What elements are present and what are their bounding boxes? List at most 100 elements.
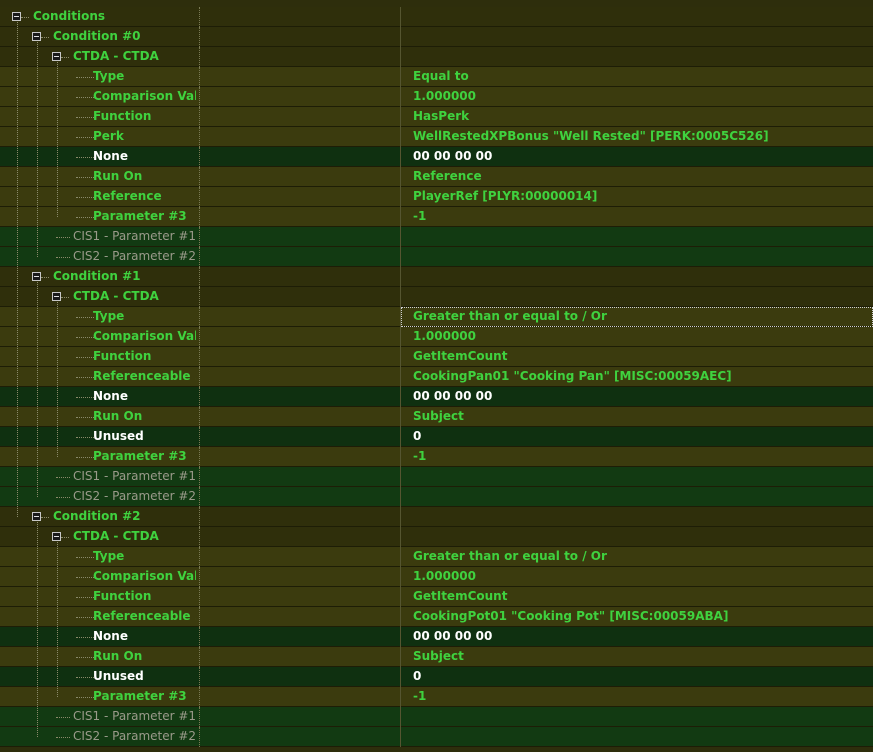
field-row-0-5[interactable]: Run On Reference <box>0 167 873 187</box>
tree-connector <box>76 377 94 378</box>
name-cell: Comparison Valu... <box>0 567 200 587</box>
value-cell[interactable]: 1.000000 <box>401 327 873 347</box>
value-cell <box>401 227 873 247</box>
tree-node-condition-1[interactable]: Condition #1 <box>0 267 873 287</box>
value-cell[interactable]: -1 <box>401 687 873 707</box>
tree-connector <box>76 97 94 98</box>
field-row-1-4[interactable]: None 00 00 00 00 <box>0 387 873 407</box>
value-cell[interactable]: HasPerk <box>401 107 873 127</box>
value-cell[interactable]: GetItemCount <box>401 347 873 367</box>
tree-node-ctda-1[interactable]: CTDA - CTDA <box>0 287 873 307</box>
tree-connector <box>76 117 94 118</box>
tree-node-condition-0[interactable]: Condition #0 <box>0 27 873 47</box>
name-cell: Unused <box>0 427 200 447</box>
tree-node-cis-2-1[interactable]: CIS2 - Parameter #2 <box>0 727 873 747</box>
collapse-icon[interactable] <box>32 272 41 281</box>
type-cell <box>200 367 401 387</box>
value-cell[interactable]: 1.000000 <box>401 87 873 107</box>
value-cell <box>401 7 873 27</box>
collapse-icon[interactable] <box>32 32 41 41</box>
value-cell[interactable]: -1 <box>401 207 873 227</box>
name-cell: Comparison Valu... <box>0 87 200 107</box>
node-label: Run On <box>93 409 143 423</box>
collapse-icon[interactable] <box>52 292 61 301</box>
collapse-icon[interactable] <box>52 52 61 61</box>
value-cell[interactable]: 0 <box>401 427 873 447</box>
value-cell[interactable]: Greater than or equal to / Or <box>401 307 873 327</box>
collapse-icon[interactable] <box>52 532 61 541</box>
name-cell: Function <box>0 107 200 127</box>
value-cell[interactable]: 0 <box>401 667 873 687</box>
name-cell: CIS1 - Parameter #1 <box>0 227 200 247</box>
type-cell <box>200 327 401 347</box>
value-cell[interactable]: GetItemCount <box>401 587 873 607</box>
value-cell[interactable]: CookingPot01 "Cooking Pot" [MISC:00059AB… <box>401 607 873 627</box>
field-row-0-3[interactable]: Perk WellRestedXPBonus "Well Rested" [PER… <box>0 127 873 147</box>
field-row-0-7[interactable]: Parameter #3 -1 <box>0 207 873 227</box>
tree-node-ctda-2[interactable]: CTDA - CTDA <box>0 527 873 547</box>
value-cell[interactable]: -1 <box>401 447 873 467</box>
name-cell: Condition #0 <box>0 27 200 47</box>
value-cell[interactable]: PlayerRef [PLYR:00000014] <box>401 187 873 207</box>
field-row-1-7[interactable]: Parameter #3 -1 <box>0 447 873 467</box>
node-label: CIS2 - Parameter #2 <box>73 489 196 503</box>
tree-node-cis-1-0[interactable]: CIS1 - Parameter #1 <box>0 467 873 487</box>
field-row-2-5[interactable]: Run On Subject <box>0 647 873 667</box>
field-row-2-0[interactable]: Type Greater than or equal to / Or <box>0 547 873 567</box>
value-cell[interactable]: Subject <box>401 407 873 427</box>
field-row-2-4[interactable]: None 00 00 00 00 <box>0 627 873 647</box>
value-cell <box>401 727 873 747</box>
tree-node-cis-1-1[interactable]: CIS2 - Parameter #2 <box>0 487 873 507</box>
name-cell: Comparison Valu... <box>0 327 200 347</box>
value-cell[interactable]: Equal to <box>401 67 873 87</box>
tree-connector <box>41 37 49 38</box>
value-cell[interactable]: 1.000000 <box>401 567 873 587</box>
field-row-0-0[interactable]: Type Equal to <box>0 67 873 87</box>
collapse-icon[interactable] <box>32 512 41 521</box>
name-cell: Referenceable ... <box>0 367 200 387</box>
value-cell[interactable]: 00 00 00 00 <box>401 627 873 647</box>
field-row-1-6[interactable]: Unused 0 <box>0 427 873 447</box>
value-cell[interactable]: CookingPan01 "Cooking Pan" [MISC:00059AE… <box>401 367 873 387</box>
field-row-0-1[interactable]: Comparison Valu... 1.000000 <box>0 87 873 107</box>
tree-node-cis-2-0[interactable]: CIS1 - Parameter #1 <box>0 707 873 727</box>
tree-node-cis-0-0[interactable]: CIS1 - Parameter #1 <box>0 227 873 247</box>
collapse-icon[interactable] <box>12 12 21 21</box>
tree-connector <box>76 697 94 698</box>
name-cell: CIS2 - Parameter #2 <box>0 247 200 267</box>
tree-node-conditions[interactable]: Conditions <box>0 7 873 27</box>
field-row-0-2[interactable]: Function HasPerk <box>0 107 873 127</box>
value-cell[interactable]: Reference <box>401 167 873 187</box>
field-row-0-6[interactable]: Reference PlayerRef [PLYR:00000014] <box>0 187 873 207</box>
tree-node-cis-0-1[interactable]: CIS2 - Parameter #2 <box>0 247 873 267</box>
field-row-1-5[interactable]: Run On Subject <box>0 407 873 427</box>
field-row-1-2[interactable]: Function GetItemCount <box>0 347 873 367</box>
tree-node-ctda-0[interactable]: CTDA - CTDA <box>0 47 873 67</box>
field-row-2-3[interactable]: Referenceable ... CookingPot01 "Cooking P… <box>0 607 873 627</box>
field-row-2-6[interactable]: Unused 0 <box>0 667 873 687</box>
field-row-2-2[interactable]: Function GetItemCount <box>0 587 873 607</box>
tree-node-condition-2[interactable]: Condition #2 <box>0 507 873 527</box>
value-cell[interactable]: Subject <box>401 647 873 667</box>
node-label: Parameter #3 <box>93 689 187 703</box>
node-label: Parameter #3 <box>93 449 187 463</box>
field-row-2-7[interactable]: Parameter #3 -1 <box>0 687 873 707</box>
value-cell[interactable]: Greater than or equal to / Or <box>401 547 873 567</box>
field-row-1-3[interactable]: Referenceable ... CookingPan01 "Cooking P… <box>0 367 873 387</box>
value-cell[interactable]: 00 00 00 00 <box>401 147 873 167</box>
name-cell: None <box>0 627 200 647</box>
node-label: Run On <box>93 169 143 183</box>
type-cell <box>200 447 401 467</box>
type-cell <box>200 667 401 687</box>
record-tree-view[interactable]: Conditions Condition #0 CTDA - CTDA Type Equ… <box>0 0 873 752</box>
name-cell: Perk <box>0 127 200 147</box>
tree-connector <box>76 637 94 638</box>
field-row-1-0[interactable]: Type Greater than or equal to / Or <box>0 307 873 327</box>
name-cell: Type <box>0 307 200 327</box>
value-cell[interactable]: WellRestedXPBonus "Well Rested" [PERK:00… <box>401 127 873 147</box>
field-row-2-1[interactable]: Comparison Valu... 1.000000 <box>0 567 873 587</box>
field-row-1-1[interactable]: Comparison Valu... 1.000000 <box>0 327 873 347</box>
value-cell[interactable]: 00 00 00 00 <box>401 387 873 407</box>
field-row-0-4[interactable]: None 00 00 00 00 <box>0 147 873 167</box>
node-label: CTDA - CTDA <box>73 49 159 63</box>
